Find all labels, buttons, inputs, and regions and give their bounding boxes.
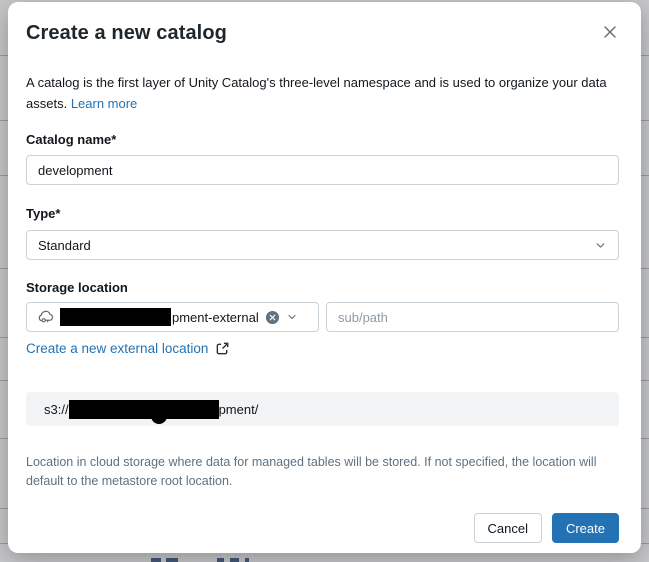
type-select[interactable]: Standard xyxy=(26,230,619,260)
chevron-down-icon xyxy=(594,239,607,252)
resolved-storage-path: s3:// pment/ xyxy=(26,392,619,426)
storage-location-label: Storage location xyxy=(26,280,619,295)
background-content-fragment xyxy=(151,558,161,562)
background-content-fragment xyxy=(217,558,224,562)
background-content-fragment xyxy=(166,558,178,562)
catalog-name-label: Catalog name* xyxy=(26,132,619,147)
create-button[interactable]: Create xyxy=(552,513,619,543)
external-link-icon xyxy=(215,341,230,356)
modal-description: A catalog is the first layer of Unity Ca… xyxy=(26,72,614,114)
cloud-key-icon xyxy=(37,309,54,326)
create-catalog-modal: Create a new catalog A catalog is the fi… xyxy=(8,2,641,553)
learn-more-link[interactable]: Learn more xyxy=(71,96,137,111)
screen-backdrop: Create a new catalog A catalog is the fi… xyxy=(0,0,649,562)
cancel-button[interactable]: Cancel xyxy=(474,513,542,543)
storage-help-text: Location in cloud storage where data for… xyxy=(26,453,620,491)
catalog-name-input[interactable] xyxy=(26,155,619,185)
clear-circle-icon[interactable] xyxy=(265,309,281,325)
external-location-value: pment-external xyxy=(172,310,259,325)
modal-title: Create a new catalog xyxy=(26,20,619,46)
resolved-path-suffix: pment/ xyxy=(219,402,259,417)
background-content-fragment xyxy=(245,558,249,562)
storage-location-row: pment-external xyxy=(26,302,619,332)
create-external-location-label: Create a new external location xyxy=(26,341,208,356)
modal-footer: Cancel Create xyxy=(26,513,619,543)
create-external-location-link[interactable]: Create a new external location xyxy=(26,341,230,356)
resolved-path-prefix: s3:// xyxy=(44,402,69,417)
redacted-text-mask xyxy=(69,400,219,419)
external-location-combobox[interactable]: pment-external xyxy=(26,302,319,332)
type-select-value: Standard xyxy=(38,238,91,253)
chevron-down-icon xyxy=(286,311,298,323)
background-content-fragment xyxy=(230,558,239,562)
type-label: Type* xyxy=(26,206,619,221)
close-icon[interactable] xyxy=(600,22,620,42)
redacted-text-mask xyxy=(60,308,171,326)
subpath-input[interactable] xyxy=(326,302,619,332)
